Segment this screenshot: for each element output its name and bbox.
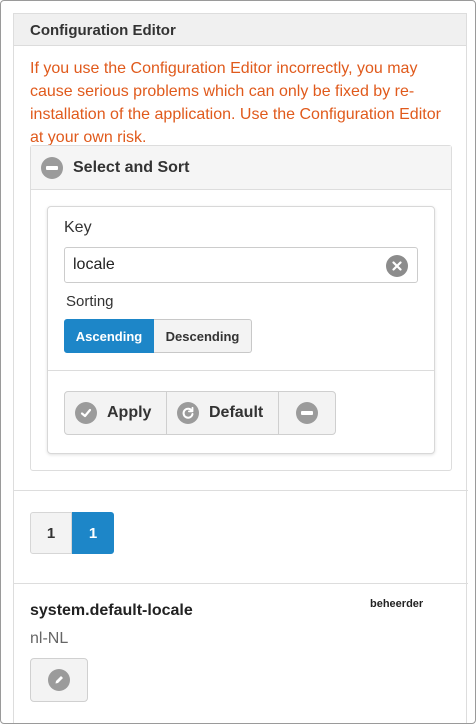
section-divider	[14, 583, 468, 584]
page-button-current[interactable]: 1	[72, 512, 114, 554]
entry-value: nl-NL	[30, 630, 69, 647]
key-input[interactable]	[64, 247, 418, 283]
refresh-icon	[177, 402, 199, 424]
card-divider	[48, 370, 434, 371]
sort-descending-button[interactable]: Descending	[154, 319, 252, 353]
sorting-toggle: Ascending Descending	[64, 319, 252, 353]
config-editor-panel: Configuration Editor If you use the Conf…	[13, 13, 468, 723]
section-divider	[14, 490, 468, 491]
select-sort-title: Select and Sort	[73, 158, 190, 176]
page-button[interactable]: 1	[30, 512, 72, 554]
pagination: 1 1	[30, 512, 114, 554]
clear-icon[interactable]	[386, 255, 408, 277]
default-label: Default	[209, 404, 264, 421]
panel-title: Configuration Editor	[14, 14, 466, 46]
action-button-group: Apply Default	[64, 391, 336, 435]
default-button[interactable]: Default	[167, 392, 279, 434]
sorting-label: Sorting	[66, 293, 114, 310]
edit-button[interactable]	[30, 658, 88, 702]
select-sort-card: Key Sorting Ascending Descending	[47, 206, 435, 454]
entry-key: system.default-locale	[30, 602, 193, 619]
minus-circle-icon[interactable]	[41, 156, 63, 179]
minus-circle-icon	[296, 402, 318, 424]
pencil-icon	[48, 669, 70, 691]
select-sort-header[interactable]: Select and Sort	[31, 146, 451, 190]
apply-button[interactable]: Apply	[65, 392, 167, 434]
entry-role: beheerder	[370, 598, 424, 610]
sort-ascending-button[interactable]: Ascending	[64, 319, 154, 353]
warning-message: If you use the Configuration Editor inco…	[30, 60, 441, 146]
select-sort-section: Select and Sort Key Sorting Ascending De…	[30, 145, 452, 471]
remove-button[interactable]	[279, 392, 335, 434]
key-label: Key	[64, 219, 92, 236]
check-circle-icon	[75, 402, 97, 424]
apply-label: Apply	[107, 404, 152, 421]
window-frame: Configuration Editor If you use the Conf…	[0, 0, 476, 724]
